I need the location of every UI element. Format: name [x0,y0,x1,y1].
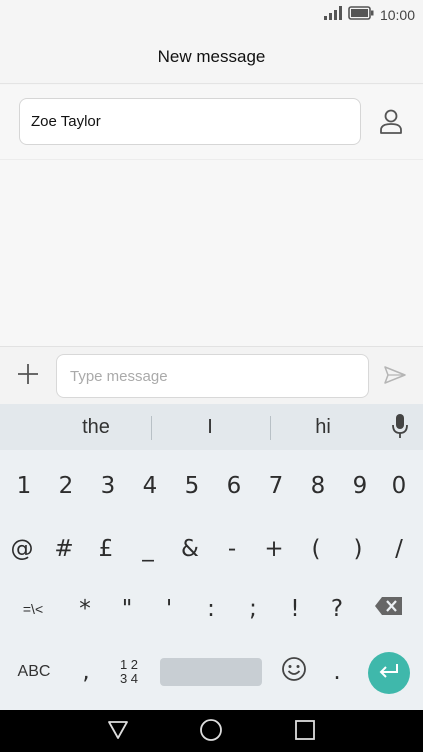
key-double-quote[interactable]: " [106,579,148,639]
status-indicators: 10:00 [323,5,415,25]
key-pound[interactable]: £ [85,519,127,579]
send-button[interactable] [380,364,410,390]
key-comma[interactable]: , [65,642,107,702]
key-more-symbols[interactable]: =\< [8,579,58,639]
key-hash[interactable]: # [43,519,85,579]
key-7[interactable]: 7 [255,456,297,516]
back-button[interactable] [105,719,131,745]
key-plus[interactable]: + [253,519,295,579]
recents-icon [295,719,315,745]
abc-key[interactable]: ABC [6,642,62,702]
recents-button[interactable] [292,719,318,745]
key-row-symbols-1: @ # £ _ & - + ( ) / [0,519,423,579]
backspace-key[interactable] [366,579,412,639]
key-1[interactable]: 1 [3,456,45,516]
status-time: 10:00 [379,7,415,23]
message-input[interactable] [56,354,369,398]
key-single-quote[interactable]: ' [148,579,190,639]
key-row-numbers: 1 2 3 4 5 6 7 8 9 0 [0,456,423,516]
suggestion-1[interactable]: the [46,404,146,450]
suggestion-divider [270,416,271,440]
microphone-icon [391,413,409,444]
navigation-bar [0,710,423,752]
key-period[interactable]: . [316,642,358,702]
title-bar: New message [0,30,423,84]
keyboard: the I hi 1 2 3 4 5 6 7 8 9 0 @ # £ _ & -… [0,404,423,710]
signal-icon [323,5,342,25]
key-row-bottom: ABC , 1 2 3 4 . [0,642,423,702]
numpad-switch-bottom: 3 4 [119,671,139,686]
key-open-paren[interactable]: ( [295,519,337,579]
suggestion-bar: the I hi [0,404,423,450]
key-8[interactable]: 8 [297,456,339,516]
key-underscore[interactable]: _ [127,519,169,579]
home-icon [199,718,223,747]
key-question[interactable]: ? [316,579,358,639]
numpad-switch-key[interactable]: 1 2 3 4 [108,642,150,702]
key-colon[interactable]: : [190,579,232,639]
enter-key[interactable] [368,652,410,694]
suggestion-3[interactable]: hi [273,404,373,450]
plus-icon [17,363,39,390]
home-button[interactable] [198,718,224,747]
key-4[interactable]: 4 [129,456,171,516]
key-5[interactable]: 5 [171,456,213,516]
key-exclamation[interactable]: ! [274,579,316,639]
backspace-icon [374,596,404,622]
compose-bar [0,346,423,404]
key-at[interactable]: @ [1,519,43,579]
numpad-switch-top: 1 2 [119,657,139,672]
key-minus[interactable]: - [211,519,253,579]
key-ampersand[interactable]: & [169,519,211,579]
page-title: New message [157,46,266,66]
suggestion-divider [151,416,152,440]
message-thread-area [0,160,423,346]
key-row-symbols-2: =\< * " ' : ; ! ? [0,579,423,639]
key-0[interactable]: 0 [378,456,420,516]
key-slash[interactable]: / [378,519,420,579]
back-icon [107,720,129,745]
enter-icon [378,663,400,684]
emoji-key[interactable] [273,642,315,702]
recipient-field[interactable]: Zoe Taylor [19,98,361,145]
key-3[interactable]: 3 [87,456,129,516]
status-bar: 10:00 [0,0,423,30]
recipient-row: Zoe Taylor [0,85,423,160]
key-asterisk[interactable]: * [64,579,106,639]
contact-button[interactable] [374,109,408,137]
key-close-paren[interactable]: ) [337,519,379,579]
attach-button[interactable] [12,361,44,391]
microphone-button[interactable] [386,413,414,444]
key-9[interactable]: 9 [339,456,381,516]
key-2[interactable]: 2 [45,456,87,516]
key-6[interactable]: 6 [213,456,255,516]
key-semicolon[interactable]: ; [232,579,274,639]
send-icon [384,365,406,389]
emoji-icon [281,656,307,688]
battery-icon [348,5,374,25]
space-key[interactable] [160,658,262,686]
suggestion-2[interactable]: I [160,404,260,450]
contact-person-icon [379,108,403,139]
